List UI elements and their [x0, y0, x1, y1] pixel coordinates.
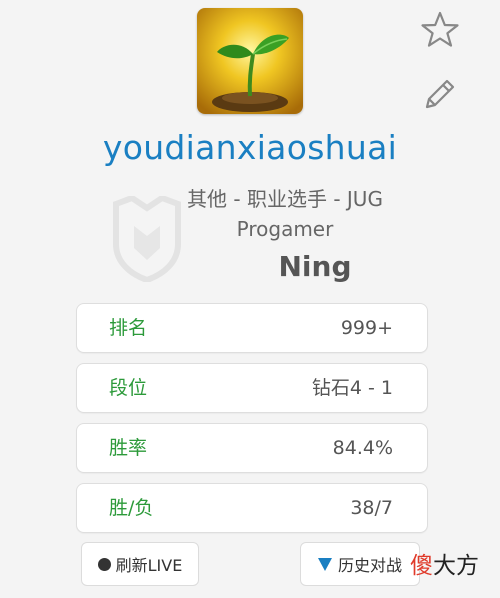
- player-subtitle: 其他 - 职业选手 - JUG Progamer: [140, 184, 430, 244]
- profile-avatar: [197, 8, 303, 114]
- match-history-label: 历史对战: [337, 556, 402, 575]
- stat-value: 钻石4 - 1: [311, 377, 393, 399]
- player-real-name: Ning: [278, 250, 352, 283]
- site-watermark-logo: 傻大方: [410, 546, 479, 580]
- stat-label: 段位: [109, 377, 148, 399]
- refresh-live-button[interactable]: 刷新LIVE: [81, 542, 199, 586]
- logo-text: 大方: [433, 553, 479, 579]
- role-team-line: 其他 - 职业选手 - JUG: [187, 187, 383, 211]
- sprout-avatar: [197, 8, 303, 114]
- edit-button[interactable]: [418, 72, 462, 116]
- favorite-button[interactable]: [418, 8, 462, 52]
- username: youdianxiaoshuai: [102, 128, 398, 167]
- stat-row-rank: 排名 999+: [76, 303, 428, 353]
- match-history-button[interactable]: 历史对战: [300, 542, 420, 586]
- stat-label: 排名: [109, 317, 148, 339]
- progamer-line: Progamer: [236, 217, 334, 241]
- stat-value: 999+: [340, 317, 393, 339]
- stat-label: 胜率: [109, 437, 148, 459]
- stat-value: 38/7: [350, 497, 393, 519]
- logo-accent-char: 傻: [410, 553, 433, 579]
- star-icon: [421, 11, 459, 47]
- record-dot-icon: [97, 557, 111, 571]
- pencil-icon: [425, 79, 455, 109]
- stat-row-win-loss: 胜/负 38/7: [76, 483, 428, 533]
- refresh-live-label: 刷新LIVE: [115, 556, 183, 575]
- stat-value: 84.4%: [332, 437, 393, 459]
- stat-row-tier: 段位 钻石4 - 1: [76, 363, 428, 413]
- stat-label: 胜/负: [109, 497, 154, 519]
- triangle-down-icon: [317, 557, 332, 571]
- stat-row-winrate: 胜率 84.4%: [76, 423, 428, 473]
